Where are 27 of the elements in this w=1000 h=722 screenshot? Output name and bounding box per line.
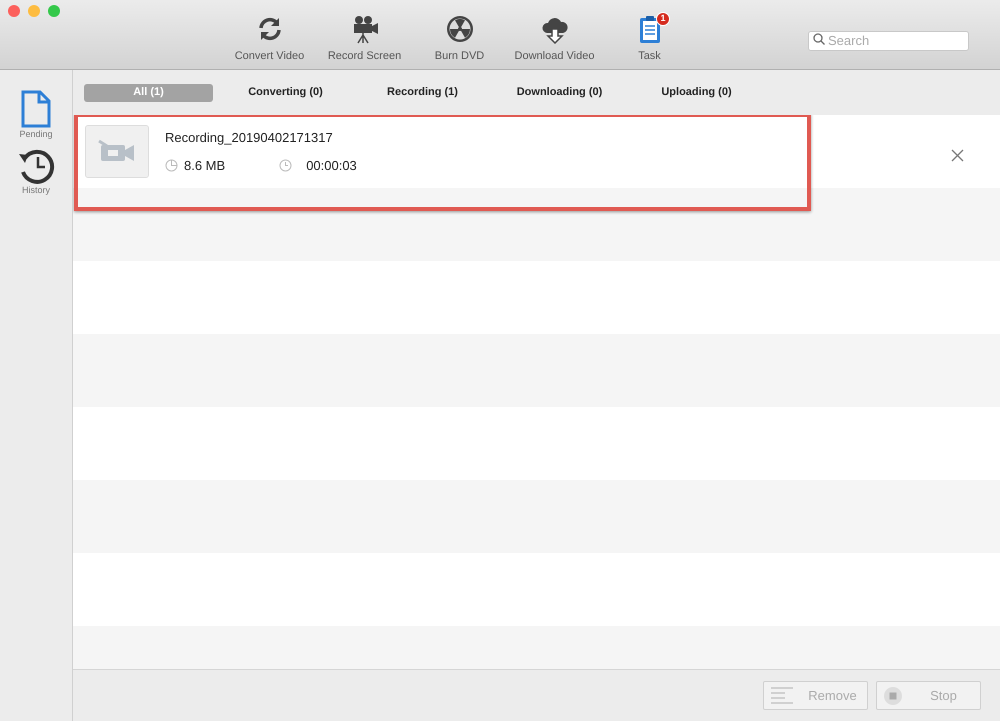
- close-window-button[interactable]: [8, 5, 20, 17]
- file-name: Recording_20190402171317: [165, 129, 334, 147]
- filter-tab[interactable]: Downloading (0): [495, 84, 624, 102]
- document-icon: [20, 90, 52, 128]
- history-clock-icon: [17, 148, 55, 184]
- filter-tab[interactable]: Recording (1): [358, 84, 487, 102]
- file-size: 8.6 MB: [184, 156, 226, 174]
- filter-tab[interactable]: Converting (0): [221, 84, 350, 102]
- radiation-icon: [444, 14, 474, 44]
- filter-tab[interactable]: Uploading (0): [632, 84, 761, 102]
- minimize-window-button[interactable]: [28, 5, 40, 17]
- convert-tool-button[interactable]: Convert Video: [222, 14, 317, 64]
- stop-icon: [883, 686, 903, 706]
- record-tool-button[interactable]: Record Screen: [317, 14, 412, 64]
- pie-icon: [165, 158, 178, 172]
- zoom-window-button[interactable]: [48, 5, 60, 17]
- clock-icon: [279, 158, 292, 172]
- history-sidebar-item[interactable]: History: [17, 148, 55, 197]
- search-field[interactable]: Search: [808, 30, 969, 50]
- download-tool-button[interactable]: Download Video: [507, 14, 602, 64]
- duration: 00:00:03: [306, 156, 357, 174]
- notification-badge: 1: [656, 12, 670, 26]
- pending-sidebar-item[interactable]: Pending: [19, 90, 53, 142]
- burn-tool-button[interactable]: Burn DVD: [412, 14, 507, 64]
- task-tool-button[interactable]: Task 1: [602, 14, 697, 64]
- close-icon: [951, 149, 964, 162]
- list-icon: [770, 686, 794, 706]
